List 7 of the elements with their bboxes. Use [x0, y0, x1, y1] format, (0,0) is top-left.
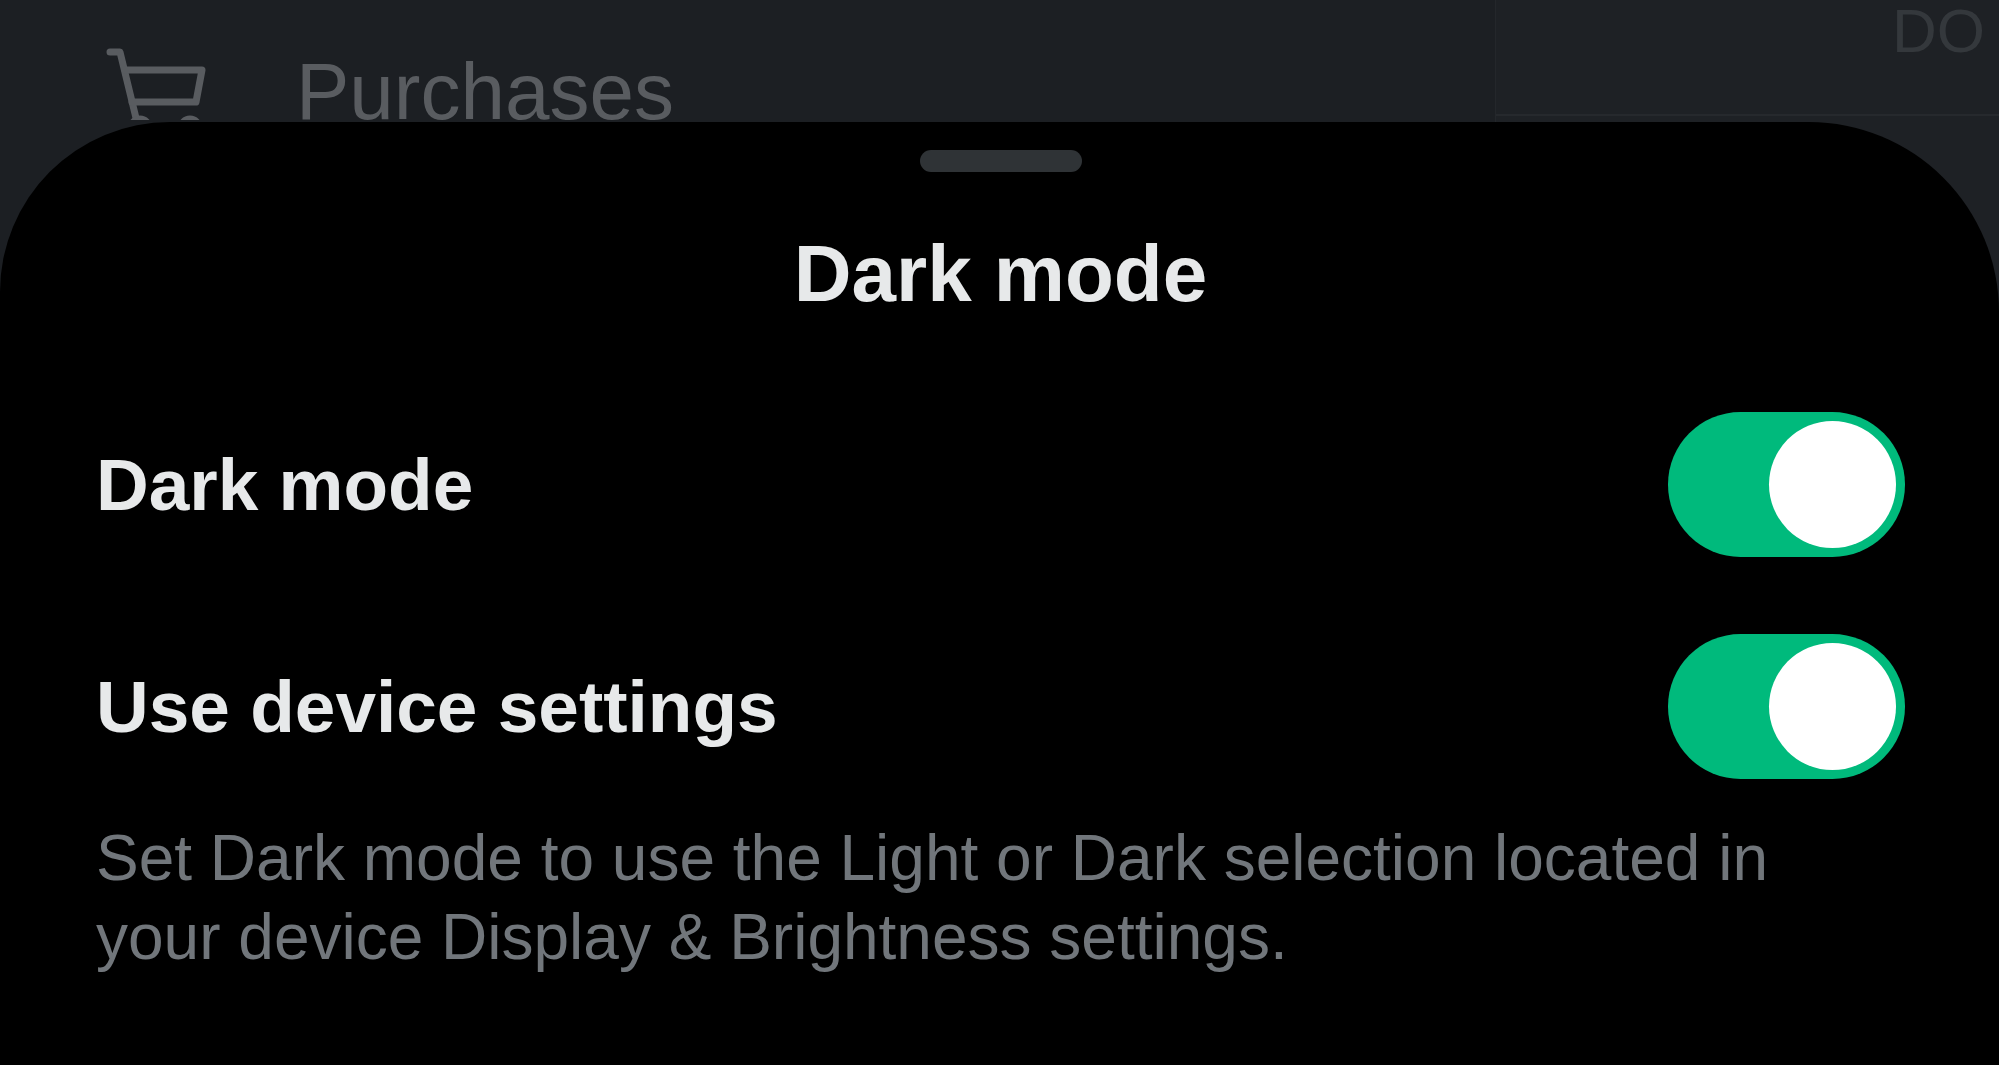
sheet-title: Dark mode [793, 228, 1208, 320]
drag-handle[interactable] [919, 150, 1082, 172]
setting-label: Use device settings [96, 664, 778, 749]
setting-description: Set Dark mode to use the Light or Dark selection located in your device Display & Brightness settings. [96, 821, 1769, 975]
menu-item[interactable]: Purchases [296, 63, 674, 121]
setting-label: Dark mode [96, 442, 474, 527]
cart-icon [106, 48, 206, 120]
